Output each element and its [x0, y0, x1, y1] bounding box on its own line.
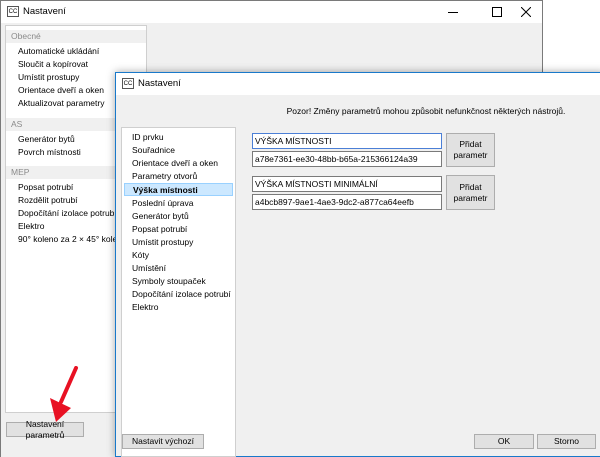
list-item[interactable]: Symboly stoupaček	[124, 275, 233, 288]
list-item[interactable]: Parametry otvorů	[124, 170, 233, 183]
list-item[interactable]: Generátor bytů	[18, 133, 75, 146]
list-item[interactable]: Elektro	[124, 301, 233, 314]
group-header-obecne: Obecné	[6, 30, 146, 43]
close-icon[interactable]	[508, 1, 544, 23]
list-item[interactable]: Dopočítání izolace potrubí	[124, 288, 233, 301]
list-item[interactable]: Umístit prostupy	[124, 236, 233, 249]
list-item[interactable]: Orientace dveří a oken	[18, 84, 104, 97]
parameter-name-field[interactable]: VÝŠKA MÍSTNOSTI MINIMÁLNÍ	[252, 176, 442, 192]
window-title: Nastavení	[23, 6, 66, 17]
list-item[interactable]: Popsat potrubí	[124, 223, 233, 236]
list-item[interactable]: Orientace dveří a oken	[124, 157, 233, 170]
parameter-guid-field[interactable]: a4bcb897-9ae1-4ae3-9dc2-a877ca64eefb	[252, 194, 442, 210]
list-item[interactable]: Generátor bytů	[124, 210, 233, 223]
parameter-category-list: ID prvku Souřadnice Orientace dveří a ok…	[121, 127, 236, 457]
cancel-button[interactable]: Storno	[537, 434, 596, 449]
dialog-title-bar: CC Nastavení	[116, 73, 600, 95]
list-item[interactable]: Umístění	[124, 262, 233, 275]
list-item-selected[interactable]: Výška místnosti	[124, 183, 233, 196]
minimize-icon[interactable]	[435, 1, 471, 23]
ok-button[interactable]: OK	[474, 434, 534, 449]
app-icon: CC	[122, 78, 134, 89]
list-item[interactable]: Rozdělit potrubí	[18, 194, 78, 207]
list-item[interactable]: Souřadnice	[124, 144, 233, 157]
list-item[interactable]: Umístit prostupy	[18, 71, 79, 84]
add-parameter-button[interactable]: Přidat parametr	[446, 133, 495, 167]
list-item[interactable]: Dopočítání izolace potrubí	[18, 207, 117, 220]
annotation-arrow-icon	[50, 366, 78, 422]
app-icon: CC	[7, 6, 19, 17]
background-title-bar: CC Nastavení	[1, 1, 542, 23]
list-item[interactable]: Povrch místnosti	[18, 146, 81, 159]
list-item[interactable]: ID prvku	[124, 131, 233, 144]
add-parameter-button[interactable]: Přidat parametr	[446, 175, 495, 210]
parameter-guid-field[interactable]: a78e7361-ee30-48bb-b65a-215366124a39	[252, 151, 442, 167]
list-item[interactable]: Poslední úprava	[124, 197, 233, 210]
list-item[interactable]: Elektro	[18, 220, 44, 233]
list-item[interactable]: Automatické ukládání	[18, 45, 99, 58]
list-item[interactable]: Popsat potrubí	[18, 181, 73, 194]
settings-dialog: CC Nastavení Pozor! Změny parametrů moho…	[115, 72, 600, 457]
warning-message: Pozor! Změny parametrů mohou způsobit ne…	[286, 106, 566, 116]
set-default-button[interactable]: Nastavit výchozí	[122, 434, 204, 449]
list-item[interactable]: Aktualizovat parametry	[18, 97, 104, 110]
list-item[interactable]: 90° koleno za 2 × 45° kolena	[18, 233, 127, 246]
list-item[interactable]: Sloučit a kopírovat	[18, 58, 88, 71]
parameter-name-field[interactable]: VÝŠKA MÍSTNOSTI	[252, 133, 442, 149]
dialog-title: Nastavení	[138, 78, 181, 89]
list-item[interactable]: Kóty	[124, 249, 233, 262]
